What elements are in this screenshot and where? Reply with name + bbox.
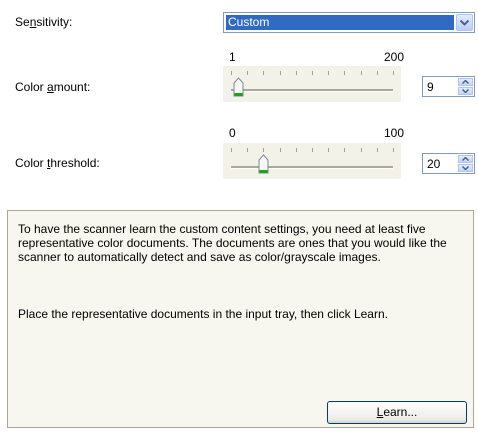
color-threshold-slider[interactable] (223, 143, 401, 179)
learn-button[interactable]: Learn... (327, 401, 467, 424)
sensitivity-dropdown[interactable]: Custom (223, 12, 475, 33)
slider-tick (231, 71, 232, 75)
slider-tick (393, 148, 394, 152)
slider-track (231, 89, 393, 92)
slider-tick (344, 71, 345, 75)
color-threshold-max-label: 100 (384, 126, 405, 140)
color-amount-min-label: 1 (229, 50, 236, 64)
color-amount-spinner[interactable]: 9 (422, 76, 475, 97)
slider-tick (312, 71, 313, 75)
sensitivity-label: Sensitivity: (15, 15, 73, 29)
slider-tick (231, 148, 232, 152)
slider-tick (312, 148, 313, 152)
spin-up-icon[interactable] (458, 78, 473, 86)
chevron-down-icon[interactable] (456, 14, 473, 31)
color-amount-slider[interactable] (223, 66, 401, 102)
info-paragraph-2: Place the representative documents in th… (18, 307, 388, 321)
info-panel: To have the scanner learn the custom con… (7, 210, 474, 428)
slider-tick (361, 71, 362, 75)
slider-tick (361, 148, 362, 152)
slider-track (231, 166, 393, 169)
sensitivity-selected-value: Custom (226, 15, 454, 30)
color-threshold-value[interactable]: 20 (427, 157, 440, 171)
color-threshold-spinner[interactable]: 20 (422, 153, 475, 174)
spin-down-icon[interactable] (458, 87, 473, 95)
slider-tick (263, 71, 264, 75)
spin-down-icon[interactable] (458, 164, 473, 172)
slider-tick (296, 71, 297, 75)
slider-tick (377, 148, 378, 152)
slider-tick (344, 148, 345, 152)
color-amount-label: Color amount: (15, 80, 91, 94)
slider-tick (296, 148, 297, 152)
slider-tick (247, 148, 248, 152)
color-threshold-slider-thumb[interactable] (258, 154, 269, 175)
slider-tick (247, 71, 248, 75)
color-amount-max-label: 200 (384, 50, 405, 64)
slider-tick (377, 71, 378, 75)
color-threshold-min-label: 0 (229, 126, 236, 140)
color-amount-value[interactable]: 9 (427, 80, 434, 94)
color-threshold-label: Color threshold: (15, 156, 100, 170)
color-amount-slider-thumb[interactable] (233, 77, 244, 98)
info-paragraph-1: To have the scanner learn the custom con… (18, 222, 447, 264)
slider-tick (328, 71, 329, 75)
slider-tick (328, 148, 329, 152)
slider-tick (280, 148, 281, 152)
slider-tick (263, 148, 264, 152)
slider-tick (280, 71, 281, 75)
spin-up-icon[interactable] (458, 155, 473, 163)
slider-tick (393, 71, 394, 75)
